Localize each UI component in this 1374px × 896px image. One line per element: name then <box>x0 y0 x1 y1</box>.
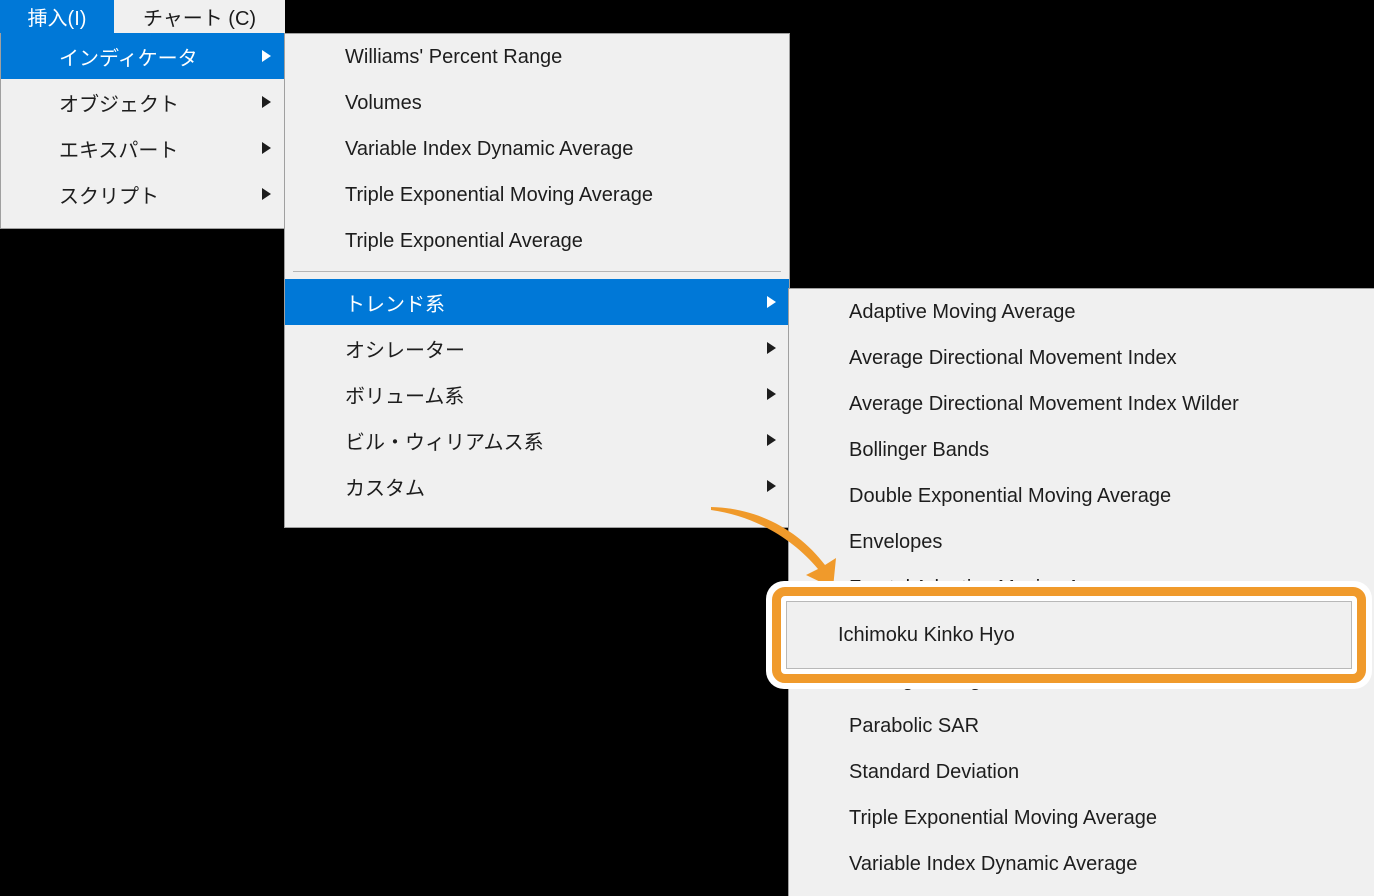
menu-item-volumes[interactable]: Volumes <box>285 80 789 126</box>
chevron-right-icon <box>767 342 776 354</box>
menubar-item-insert-label: 挿入(I) <box>27 8 87 30</box>
menu-item-triple-exponential-average[interactable]: Triple Exponential Average <box>285 218 789 264</box>
menubar-item-chart[interactable]: チャート (C) <box>114 0 285 33</box>
menu-item-label: Variable Index Dynamic Average <box>849 852 1138 875</box>
menu-item-scripts-label: スクリプト <box>59 185 159 208</box>
menu-item-label: Triple Exponential Moving Average <box>849 806 1157 829</box>
menu-item-custom[interactable]: カスタム <box>285 463 789 509</box>
menubar-item-insert[interactable]: 挿入(I) <box>0 0 114 33</box>
chevron-right-icon <box>767 388 776 400</box>
menu-item-indicators[interactable]: インディケータ <box>1 33 284 79</box>
menu-item-experts-label: エキスパート <box>59 139 179 162</box>
menu-item-average-directional-movement-index-wilder[interactable]: Average Directional Movement Index Wilde… <box>789 381 1374 427</box>
menu-item-variable-index-dynamic-average[interactable]: Variable Index Dynamic Average <box>285 126 789 172</box>
menu-item-label: Triple Exponential Average <box>345 229 583 252</box>
menu-item-objects[interactable]: オブジェクト <box>1 79 284 125</box>
menu-item-experts[interactable]: エキスパート <box>1 125 284 171</box>
menu-item-triple-exponential-moving-average[interactable]: Triple Exponential Moving Average <box>285 172 789 218</box>
menu-item-label: Envelopes <box>849 530 943 553</box>
menu-item-label: Volumes <box>345 91 422 114</box>
menu-item-parabolic-sar[interactable]: Parabolic SAR <box>789 703 1374 749</box>
menu-item-bill-williams[interactable]: ビル・ウィリアムス系 <box>285 417 789 463</box>
chevron-right-icon <box>262 188 271 200</box>
menubar-item-chart-label: チャート (C) <box>142 8 257 30</box>
chevron-right-icon <box>262 96 271 108</box>
menu-item-oscillators-label: オシレーター <box>345 339 465 362</box>
chevron-right-icon <box>767 480 776 492</box>
menu-item-oscillators[interactable]: オシレーター <box>285 325 789 371</box>
menu-item-trend-label: トレンド系 <box>345 293 445 316</box>
menu-item-double-exponential-moving-average[interactable]: Double Exponential Moving Average <box>789 473 1374 519</box>
menu-bar: 挿入(I) チャート (C) <box>0 0 285 33</box>
indicators-submenu-panel: Williams' Percent Range Volumes Variable… <box>284 33 790 528</box>
menu-item-objects-label: オブジェクト <box>59 93 179 116</box>
menu-item-trend[interactable]: トレンド系 <box>285 279 789 325</box>
menu-item-bollinger-bands[interactable]: Bollinger Bands <box>789 427 1374 473</box>
menu-item-variable-index-dynamic-average[interactable]: Variable Index Dynamic Average <box>789 841 1374 887</box>
chevron-right-icon <box>262 50 271 62</box>
menu-item-williams-percent-range[interactable]: Williams' Percent Range <box>285 34 789 80</box>
chevron-right-icon <box>767 434 776 446</box>
highlight-ring: Ichimoku Kinko Hyo <box>772 587 1366 683</box>
menu-item-scripts[interactable]: スクリプト <box>1 171 284 217</box>
insert-dropdown-panel: インディケータ オブジェクト エキスパート スクリプト <box>0 33 285 229</box>
menu-item-bill-williams-label: ビル・ウィリアムス系 <box>345 431 544 454</box>
highlighted-menu-item-label: Ichimoku Kinko Hyo <box>838 623 1015 646</box>
menu-item-label: Parabolic SAR <box>849 714 980 737</box>
menu-item-standard-deviation[interactable]: Standard Deviation <box>789 749 1374 795</box>
menu-item-triple-exponential-moving-average[interactable]: Triple Exponential Moving Average <box>789 795 1374 841</box>
menu-item-label: Variable Index Dynamic Average <box>345 137 634 160</box>
menu-item-adaptive-moving-average[interactable]: Adaptive Moving Average <box>789 289 1374 335</box>
chevron-right-icon <box>262 142 271 154</box>
highlighted-menu-item-ichimoku-kinko-hyo[interactable]: Ichimoku Kinko Hyo <box>786 601 1352 669</box>
menu-item-volumes-category-label: ボリューム系 <box>345 385 465 408</box>
menu-item-label: Double Exponential Moving Average <box>849 484 1172 507</box>
menu-item-label: Average Directional Movement Index <box>849 346 1177 369</box>
menu-item-label: Standard Deviation <box>849 760 1020 783</box>
menu-separator <box>293 271 781 272</box>
menu-item-volumes-category[interactable]: ボリューム系 <box>285 371 789 417</box>
menu-item-indicators-label: インディケータ <box>59 47 198 70</box>
chevron-right-icon <box>767 296 776 308</box>
menu-item-envelopes[interactable]: Envelopes <box>789 519 1374 565</box>
menu-item-custom-label: カスタム <box>345 477 425 500</box>
highlight-callout-box: Ichimoku Kinko Hyo <box>766 581 1372 689</box>
menu-item-label: Williams' Percent Range <box>345 45 563 68</box>
menu-item-label: Triple Exponential Moving Average <box>345 183 653 206</box>
menu-item-label: Average Directional Movement Index Wilde… <box>849 392 1239 415</box>
menu-item-average-directional-movement-index[interactable]: Average Directional Movement Index <box>789 335 1374 381</box>
menu-item-label: Adaptive Moving Average <box>849 300 1076 323</box>
screen-root: 挿入(I) チャート (C) インディケータ オブジェクト エキスパート スクリ… <box>0 0 1374 896</box>
menu-item-label: Bollinger Bands <box>849 438 990 461</box>
